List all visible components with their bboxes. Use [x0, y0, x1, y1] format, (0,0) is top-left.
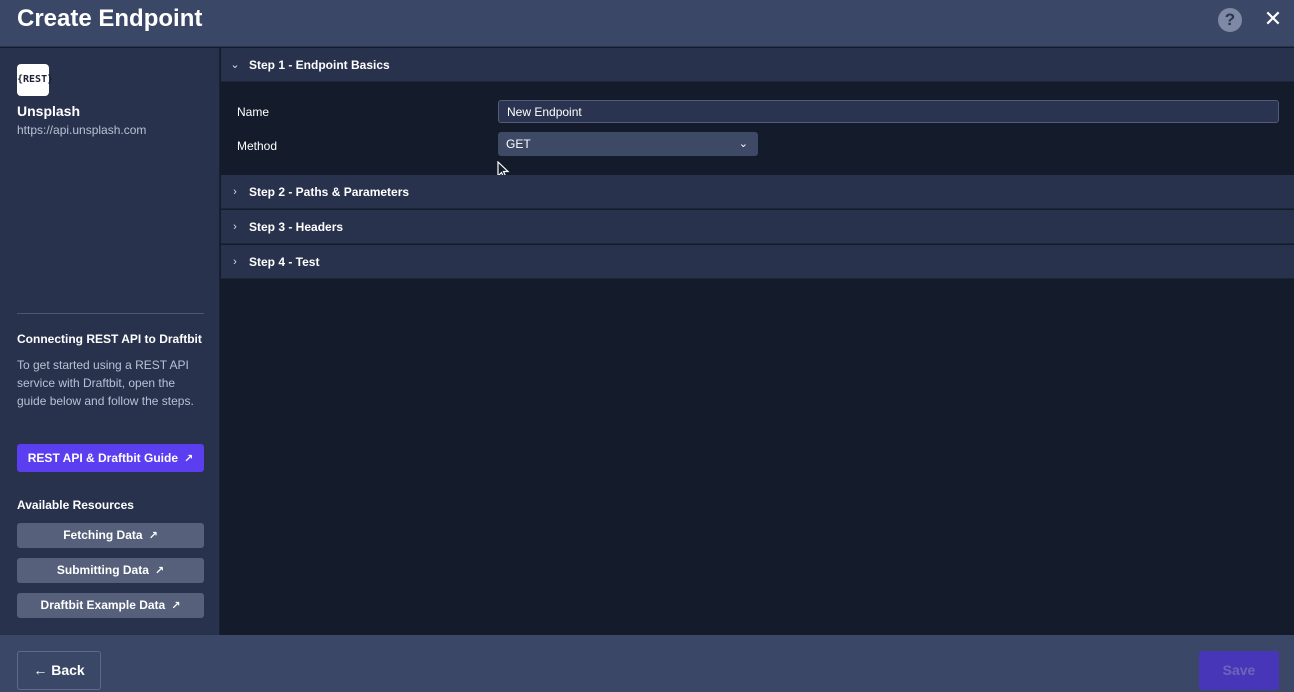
- main-panel: ⌄ Step 1 - Endpoint Basics Name Method G…: [221, 48, 1294, 635]
- name-input[interactable]: [498, 100, 1279, 123]
- guide-button[interactable]: REST API & Draftbit Guide ↗: [17, 444, 204, 472]
- chevron-right-icon: ›: [233, 256, 237, 268]
- step-4-header[interactable]: › Step 4 - Test: [221, 245, 1294, 279]
- external-link-icon: ↗: [184, 453, 194, 465]
- resources-heading: Available Resources: [17, 498, 134, 512]
- external-link-icon: ↗: [154, 565, 165, 577]
- help-icon[interactable]: ?: [1218, 8, 1242, 32]
- dialog-header: Create Endpoint ? ✕: [0, 0, 1294, 47]
- step-1-header[interactable]: ⌄ Step 1 - Endpoint Basics: [221, 48, 1294, 82]
- sidebar-divider: [17, 313, 204, 314]
- name-label: Name: [237, 105, 270, 119]
- save-button[interactable]: Save: [1199, 651, 1279, 690]
- dialog-footer: ← Back Save: [0, 635, 1294, 692]
- submitting-data-button[interactable]: Submitting Data ↗: [17, 558, 204, 583]
- step-label: Step 1 - Endpoint Basics: [249, 58, 390, 72]
- resource-label: Fetching Data: [63, 528, 143, 542]
- resource-label: Submitting Data: [56, 563, 149, 577]
- step-3-header[interactable]: › Step 3 - Headers: [221, 210, 1294, 244]
- method-label: Method: [237, 139, 278, 153]
- draftbit-example-data-button[interactable]: Draftbit Example Data ↗: [17, 593, 204, 618]
- method-value: GET: [506, 137, 531, 151]
- external-link-icon: ↗: [171, 600, 181, 612]
- fetching-data-button[interactable]: Fetching Data ↗: [17, 523, 204, 548]
- method-select[interactable]: GET ⌄: [498, 132, 758, 156]
- intro-text: To get started using a REST API service …: [17, 358, 194, 408]
- chevron-right-icon: ›: [233, 186, 237, 198]
- step-2-header[interactable]: › Step 2 - Paths & Parameters: [221, 175, 1294, 209]
- chevron-right-icon: ›: [233, 221, 237, 233]
- api-name: Unsplash: [17, 103, 81, 119]
- external-link-icon: ↗: [148, 530, 158, 542]
- chevron-down-icon: ⌄: [230, 59, 240, 71]
- resource-label: Draftbit Example Data: [40, 598, 166, 612]
- intro-heading: Connecting REST API to Draftbit: [17, 332, 202, 346]
- step-label: Step 2 - Paths & Parameters: [249, 185, 410, 199]
- guide-button-label: REST API & Draftbit Guide: [27, 451, 178, 465]
- back-button[interactable]: ← Back: [17, 651, 101, 690]
- api-url: https://api.unsplash.com: [17, 123, 147, 137]
- sidebar: {REST} Unsplash https://api.unsplash.com…: [0, 48, 220, 635]
- rest-logo-icon: {REST}: [17, 64, 53, 96]
- page-title: Create Endpoint: [17, 5, 203, 32]
- chevron-down-icon: ⌄: [738, 138, 748, 150]
- step-label: Step 3 - Headers: [249, 220, 344, 234]
- step-label: Step 4 - Test: [249, 255, 320, 269]
- close-icon[interactable]: ✕: [1262, 6, 1284, 32]
